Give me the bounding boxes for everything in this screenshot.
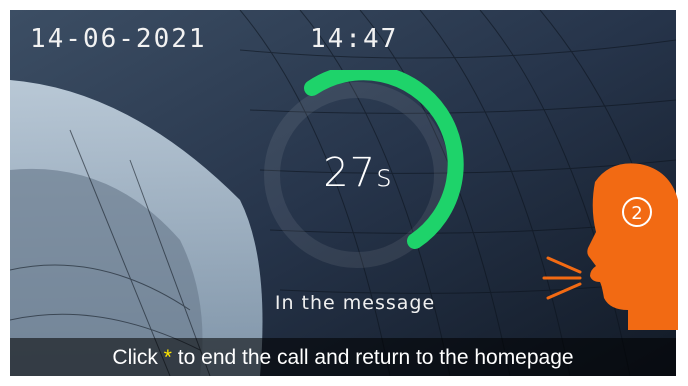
countdown-unit: s (376, 159, 393, 194)
status-message: In the message (274, 292, 436, 314)
countdown-counter: 27s (310, 150, 406, 196)
date-display: 14-06-2021 (30, 24, 207, 54)
instruction-prefix: Click (112, 346, 158, 369)
speech-lines (542, 256, 582, 300)
callout-badge-number: 2 (631, 203, 642, 224)
speaking-head-icon: 2 (542, 163, 678, 330)
instruction-text: Click * to end the call and return to th… (10, 346, 676, 370)
time-display: 14:47 (310, 24, 399, 54)
countdown-value: 27 (323, 150, 377, 196)
star-key: * (163, 346, 172, 369)
instruction-suffix: to end the call and return to the homepa… (177, 346, 574, 369)
